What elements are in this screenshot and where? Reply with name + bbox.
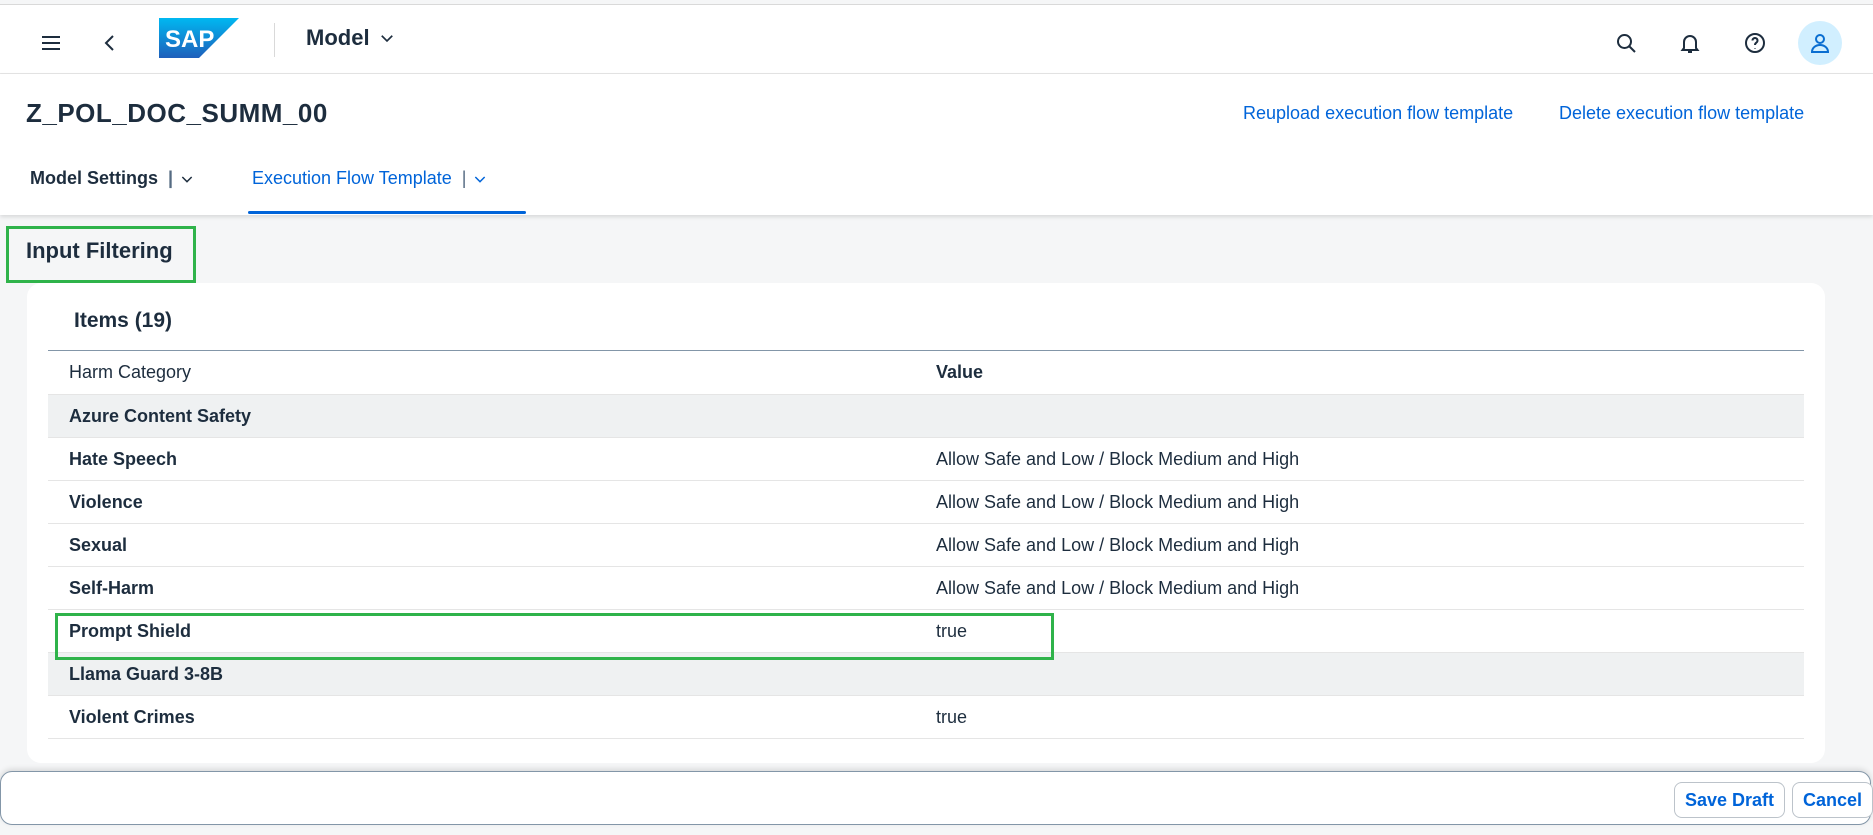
tab-divider: |	[461, 168, 467, 188]
page-title: Z_POL_DOC_SUMM_00	[26, 98, 328, 128]
tab-divider: |	[168, 168, 174, 188]
selected-tab-indicator	[248, 211, 526, 214]
harm-category-cell: Sexual	[69, 534, 128, 555]
harm-category-cell: Prompt Shield	[69, 620, 192, 641]
tab-model-settings[interactable]: Model Settings |	[30, 168, 195, 215]
sap-logo-text: SAP	[165, 26, 214, 53]
value-cell: Allow Safe and Low / Block Medium and Hi…	[936, 491, 1300, 512]
tab-label: Model Settings	[30, 168, 159, 188]
table-group-row[interactable]: Llama Guard 3-8B	[48, 653, 1804, 696]
table-group-row[interactable]: Azure Content Safety	[48, 395, 1804, 438]
shell-separator	[274, 23, 275, 57]
sap-logo[interactable]: SAP	[159, 18, 239, 58]
value-cell: Allow Safe and Low / Block Medium and Hi…	[936, 534, 1300, 555]
menu-icon[interactable]	[31, 23, 71, 63]
value-cell: true	[936, 620, 968, 641]
table-title: Items (19)	[74, 309, 173, 332]
table-header-row: Harm Category Value	[48, 351, 1804, 395]
section-title: Input Filtering	[26, 238, 173, 263]
table-row[interactable]: Violent Crimes true	[48, 696, 1804, 739]
items-table-card: Items (19) Harm Category Value Azure Con…	[27, 283, 1825, 763]
value-cell: Allow Safe and Low / Block Medium and Hi…	[936, 577, 1300, 598]
model-menu-label: Model	[306, 25, 370, 50]
user-icon	[1810, 34, 1830, 53]
search-icon[interactable]	[1606, 23, 1646, 63]
table-row[interactable]: Prompt Shield true	[48, 610, 1804, 653]
tab-label: Execution Flow Template	[252, 168, 452, 188]
value-cell: true	[936, 706, 968, 727]
column-header-value: Value	[936, 362, 984, 382]
harm-category-cell: Llama Guard 3-8B	[69, 663, 224, 684]
reupload-template-link[interactable]: Reupload execution flow template	[1243, 103, 1513, 124]
harm-category-cell: Hate Speech	[69, 448, 178, 469]
value-cell: Allow Safe and Low / Block Medium and Hi…	[936, 448, 1300, 469]
column-header-harm-category: Harm Category	[69, 362, 192, 382]
items-table: Harm Category Value Azure Content Safety…	[48, 350, 1804, 739]
model-menu-button[interactable]: Model	[306, 25, 396, 51]
help-icon[interactable]	[1735, 23, 1775, 63]
chevron-down-icon[interactable]	[179, 171, 195, 187]
chevron-down-icon[interactable]	[472, 171, 488, 187]
table-row[interactable]: Sexual Allow Safe and Low / Block Medium …	[48, 524, 1804, 567]
table-row[interactable]: Violence Allow Safe and Low / Block Mediu…	[48, 481, 1804, 524]
user-avatar[interactable]	[1798, 21, 1842, 65]
tab-execution-flow-template[interactable]: Execution Flow Template |	[252, 168, 488, 215]
delete-template-link[interactable]: Delete execution flow template	[1559, 103, 1804, 124]
save-draft-button[interactable]: Save Draft	[1674, 782, 1786, 818]
harm-category-cell: Violent Crimes	[69, 706, 195, 727]
harm-category-cell: Azure Content Safety	[69, 405, 252, 426]
table-row[interactable]: Hate Speech Allow Safe and Low / Block Me…	[48, 438, 1804, 481]
object-header: Z_POL_DOC_SUMM_00 Reupload execution flo…	[0, 74, 1873, 215]
table-row[interactable]: Self-Harm Allow Safe and Low / Block Medi…	[48, 567, 1804, 610]
bell-icon[interactable]	[1670, 23, 1710, 63]
footer-toolbar: Save Draft Cancel	[0, 771, 1873, 825]
harm-category-cell: Violence	[69, 491, 143, 512]
chevron-down-icon	[380, 35, 393, 43]
back-icon[interactable]	[90, 23, 130, 63]
cancel-button[interactable]: Cancel	[1792, 782, 1873, 818]
shell-bar: SAP Model	[0, 4, 1873, 74]
harm-category-cell: Self-Harm	[69, 577, 155, 598]
